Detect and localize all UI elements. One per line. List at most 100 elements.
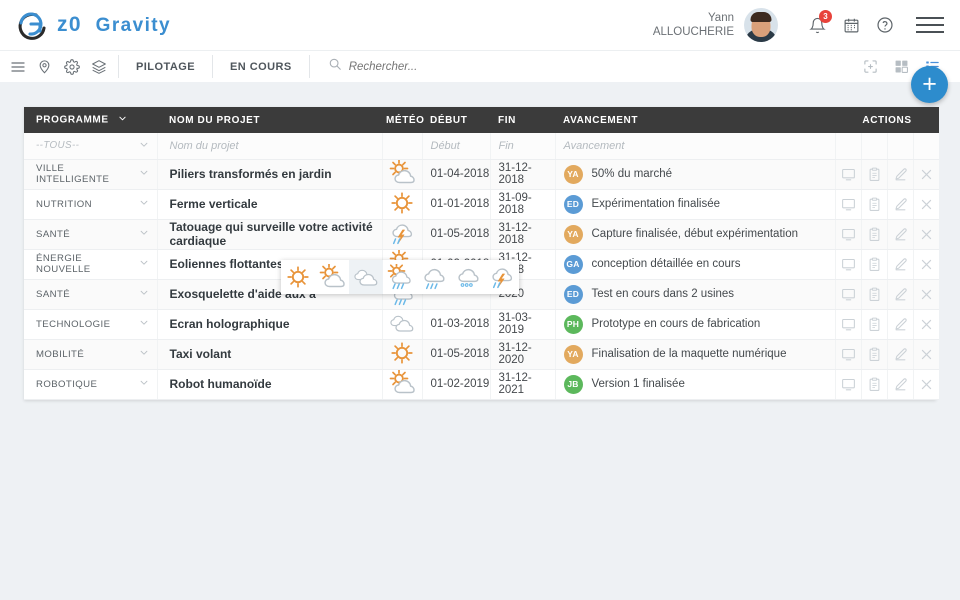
row-action-clipboard-icon[interactable] [861,309,888,340]
weather-option-sun-icon[interactable] [281,260,315,294]
grid-view-icon[interactable] [894,59,909,74]
row-action-monitor-icon[interactable] [835,189,862,220]
table-row[interactable]: SANTÉ Tatouage qui surveille votre activ… [24,219,940,250]
weather-picker-popup[interactable] [281,260,519,294]
row-meteo-sun-icon[interactable] [382,189,423,220]
row-action-close-x-icon[interactable] [913,309,940,340]
row-end-date[interactable]: 31-12-2018 [490,159,556,190]
row-action-monitor-icon[interactable] [835,249,862,280]
row-end-date[interactable]: 31-12-2021 [490,369,556,400]
row-action-clipboard-icon[interactable] [861,369,888,400]
weather-option-sun-cloud-icon[interactable] [315,260,349,294]
row-meteo-sun-cloud-icon[interactable] [382,158,423,190]
table-row[interactable]: NUTRITION Ferme verticale 01-01-2018 31-… [24,189,940,220]
row-action-monitor-icon[interactable] [835,339,862,370]
row-project-name[interactable]: Piliers transformés en jardin [157,159,383,190]
row-action-monitor-icon[interactable] [835,219,862,250]
row-action-edit-pencil-icon[interactable] [887,309,914,340]
table-row[interactable]: ROBOTIQUE Robot humanoïde 01-02-2019 31-… [24,368,940,400]
row-programme[interactable]: MOBILITÉ [24,339,158,370]
row-action-edit-pencil-icon[interactable] [887,159,914,190]
row-action-edit-pencil-icon[interactable] [887,219,914,250]
table-row[interactable]: TECHNOLOGIE Ecran holographique 01-03-20… [24,309,940,340]
app-logo[interactable]: z0 Gravity [16,9,171,41]
column-header-fin[interactable]: FIN [490,107,555,133]
row-action-close-x-icon[interactable] [913,249,940,280]
row-action-monitor-icon[interactable] [835,159,862,190]
row-action-close-x-icon[interactable] [913,339,940,370]
row-end-date[interactable]: 31-03-2019 [490,309,556,340]
row-programme[interactable]: ROBOTIQUE [24,369,158,400]
row-action-monitor-icon[interactable] [835,369,862,400]
column-header-nom[interactable]: NOM DU PROJET [157,107,382,133]
row-programme[interactable]: VILLE INTELLIGENTE [24,159,158,190]
row-action-monitor-icon[interactable] [835,309,862,340]
filter-programme-select[interactable]: --TOUS-- [24,133,158,160]
row-meteo-cloudy-icon[interactable] [382,309,423,340]
search-input[interactable] [348,60,589,73]
row-action-close-x-icon[interactable] [913,159,940,190]
column-header-avancement[interactable]: AVANCEMENT [555,107,835,133]
fullscreen-icon[interactable] [863,59,878,74]
row-programme[interactable]: ÉNERGIE NOUVELLE [24,249,158,280]
row-start-date[interactable]: 01-05-2018 [422,219,491,250]
column-header-meteo[interactable]: MÉTÉO [382,107,424,133]
row-action-clipboard-icon[interactable] [861,219,888,250]
tab-pilotage[interactable]: PILOTAGE [125,51,206,82]
row-programme[interactable]: TECHNOLOGIE [24,309,158,340]
toolbar-hamburger-menu-icon[interactable] [4,51,31,82]
calendar-button[interactable] [834,8,868,42]
row-action-edit-pencil-icon[interactable] [887,279,914,310]
row-action-clipboard-icon[interactable] [861,279,888,310]
row-progress[interactable]: YA Finalisation de la maquette numérique [555,339,836,370]
table-row[interactable]: VILLE INTELLIGENTE Piliers transformés e… [24,158,940,190]
row-action-clipboard-icon[interactable] [861,339,888,370]
row-action-monitor-icon[interactable] [835,279,862,310]
row-progress[interactable]: PH Prototype en cours de fabrication [555,309,836,340]
weather-option-snow-icon[interactable] [451,260,485,294]
row-action-close-x-icon[interactable] [913,189,940,220]
row-meteo-sun-cloud-icon[interactable] [382,368,423,400]
row-project-name[interactable]: Tatouage qui surveille votre activité ca… [157,219,383,250]
row-start-date[interactable]: 01-02-2019 [422,369,491,400]
column-header-programme[interactable]: PROGRAMME [24,107,157,133]
row-start-date[interactable]: 01-03-2018 [422,309,491,340]
row-action-clipboard-icon[interactable] [861,159,888,190]
row-programme[interactable]: SANTÉ [24,279,158,310]
row-action-edit-pencil-icon[interactable] [887,189,914,220]
row-progress[interactable]: YA Capture finalisée, début expérimentat… [555,219,836,250]
row-progress[interactable]: ED Expérimentation finalisée [555,189,836,220]
row-progress[interactable]: ED Test en cours dans 2 usines [555,279,836,310]
row-meteo-sun-icon[interactable] [382,339,423,370]
row-action-close-x-icon[interactable] [913,369,940,400]
row-programme[interactable]: NUTRITION [24,189,158,220]
row-project-name[interactable]: Ecran holographique [157,309,383,340]
row-start-date[interactable]: 01-01-2018 [422,189,491,220]
row-end-date[interactable]: 31-09-2018 [490,189,556,220]
toolbar-gear-icon[interactable] [58,51,85,82]
row-project-name[interactable]: Taxi volant [157,339,383,370]
row-action-clipboard-icon[interactable] [861,189,888,220]
main-menu-button[interactable] [916,12,944,38]
row-project-name[interactable]: Ferme verticale [157,189,383,220]
row-start-date[interactable]: 01-05-2018 [422,339,491,370]
row-programme[interactable]: SANTÉ [24,219,158,250]
row-action-close-x-icon[interactable] [913,219,940,250]
toolbar-layers-icon[interactable] [85,51,112,82]
table-row[interactable]: MOBILITÉ Taxi volant 01-05-2018 31-12-20… [24,339,940,370]
weather-option-rain-icon[interactable] [417,260,451,294]
weather-option-storm-icon[interactable] [485,260,519,294]
row-project-name[interactable]: Robot humanoïde [157,369,383,400]
row-progress[interactable]: JB Version 1 finalisée [555,369,836,400]
weather-option-sun-cloud-rain-icon[interactable] [383,260,417,294]
filter-debut-input[interactable]: Début [422,133,491,160]
filter-avancement-input[interactable]: Avancement [555,133,836,160]
row-progress[interactable]: YA 50% du marché [555,159,836,190]
toolbar-location-pin-icon[interactable] [31,51,58,82]
weather-option-cloudy-icon[interactable] [349,260,383,294]
row-action-edit-pencil-icon[interactable] [887,369,914,400]
user-info[interactable]: Yann ALLOUCHERIE [653,11,734,39]
search-area[interactable] [316,51,863,82]
row-start-date[interactable]: 01-04-2018 [422,159,491,190]
filter-nom-input[interactable]: Nom du projet [157,133,383,160]
